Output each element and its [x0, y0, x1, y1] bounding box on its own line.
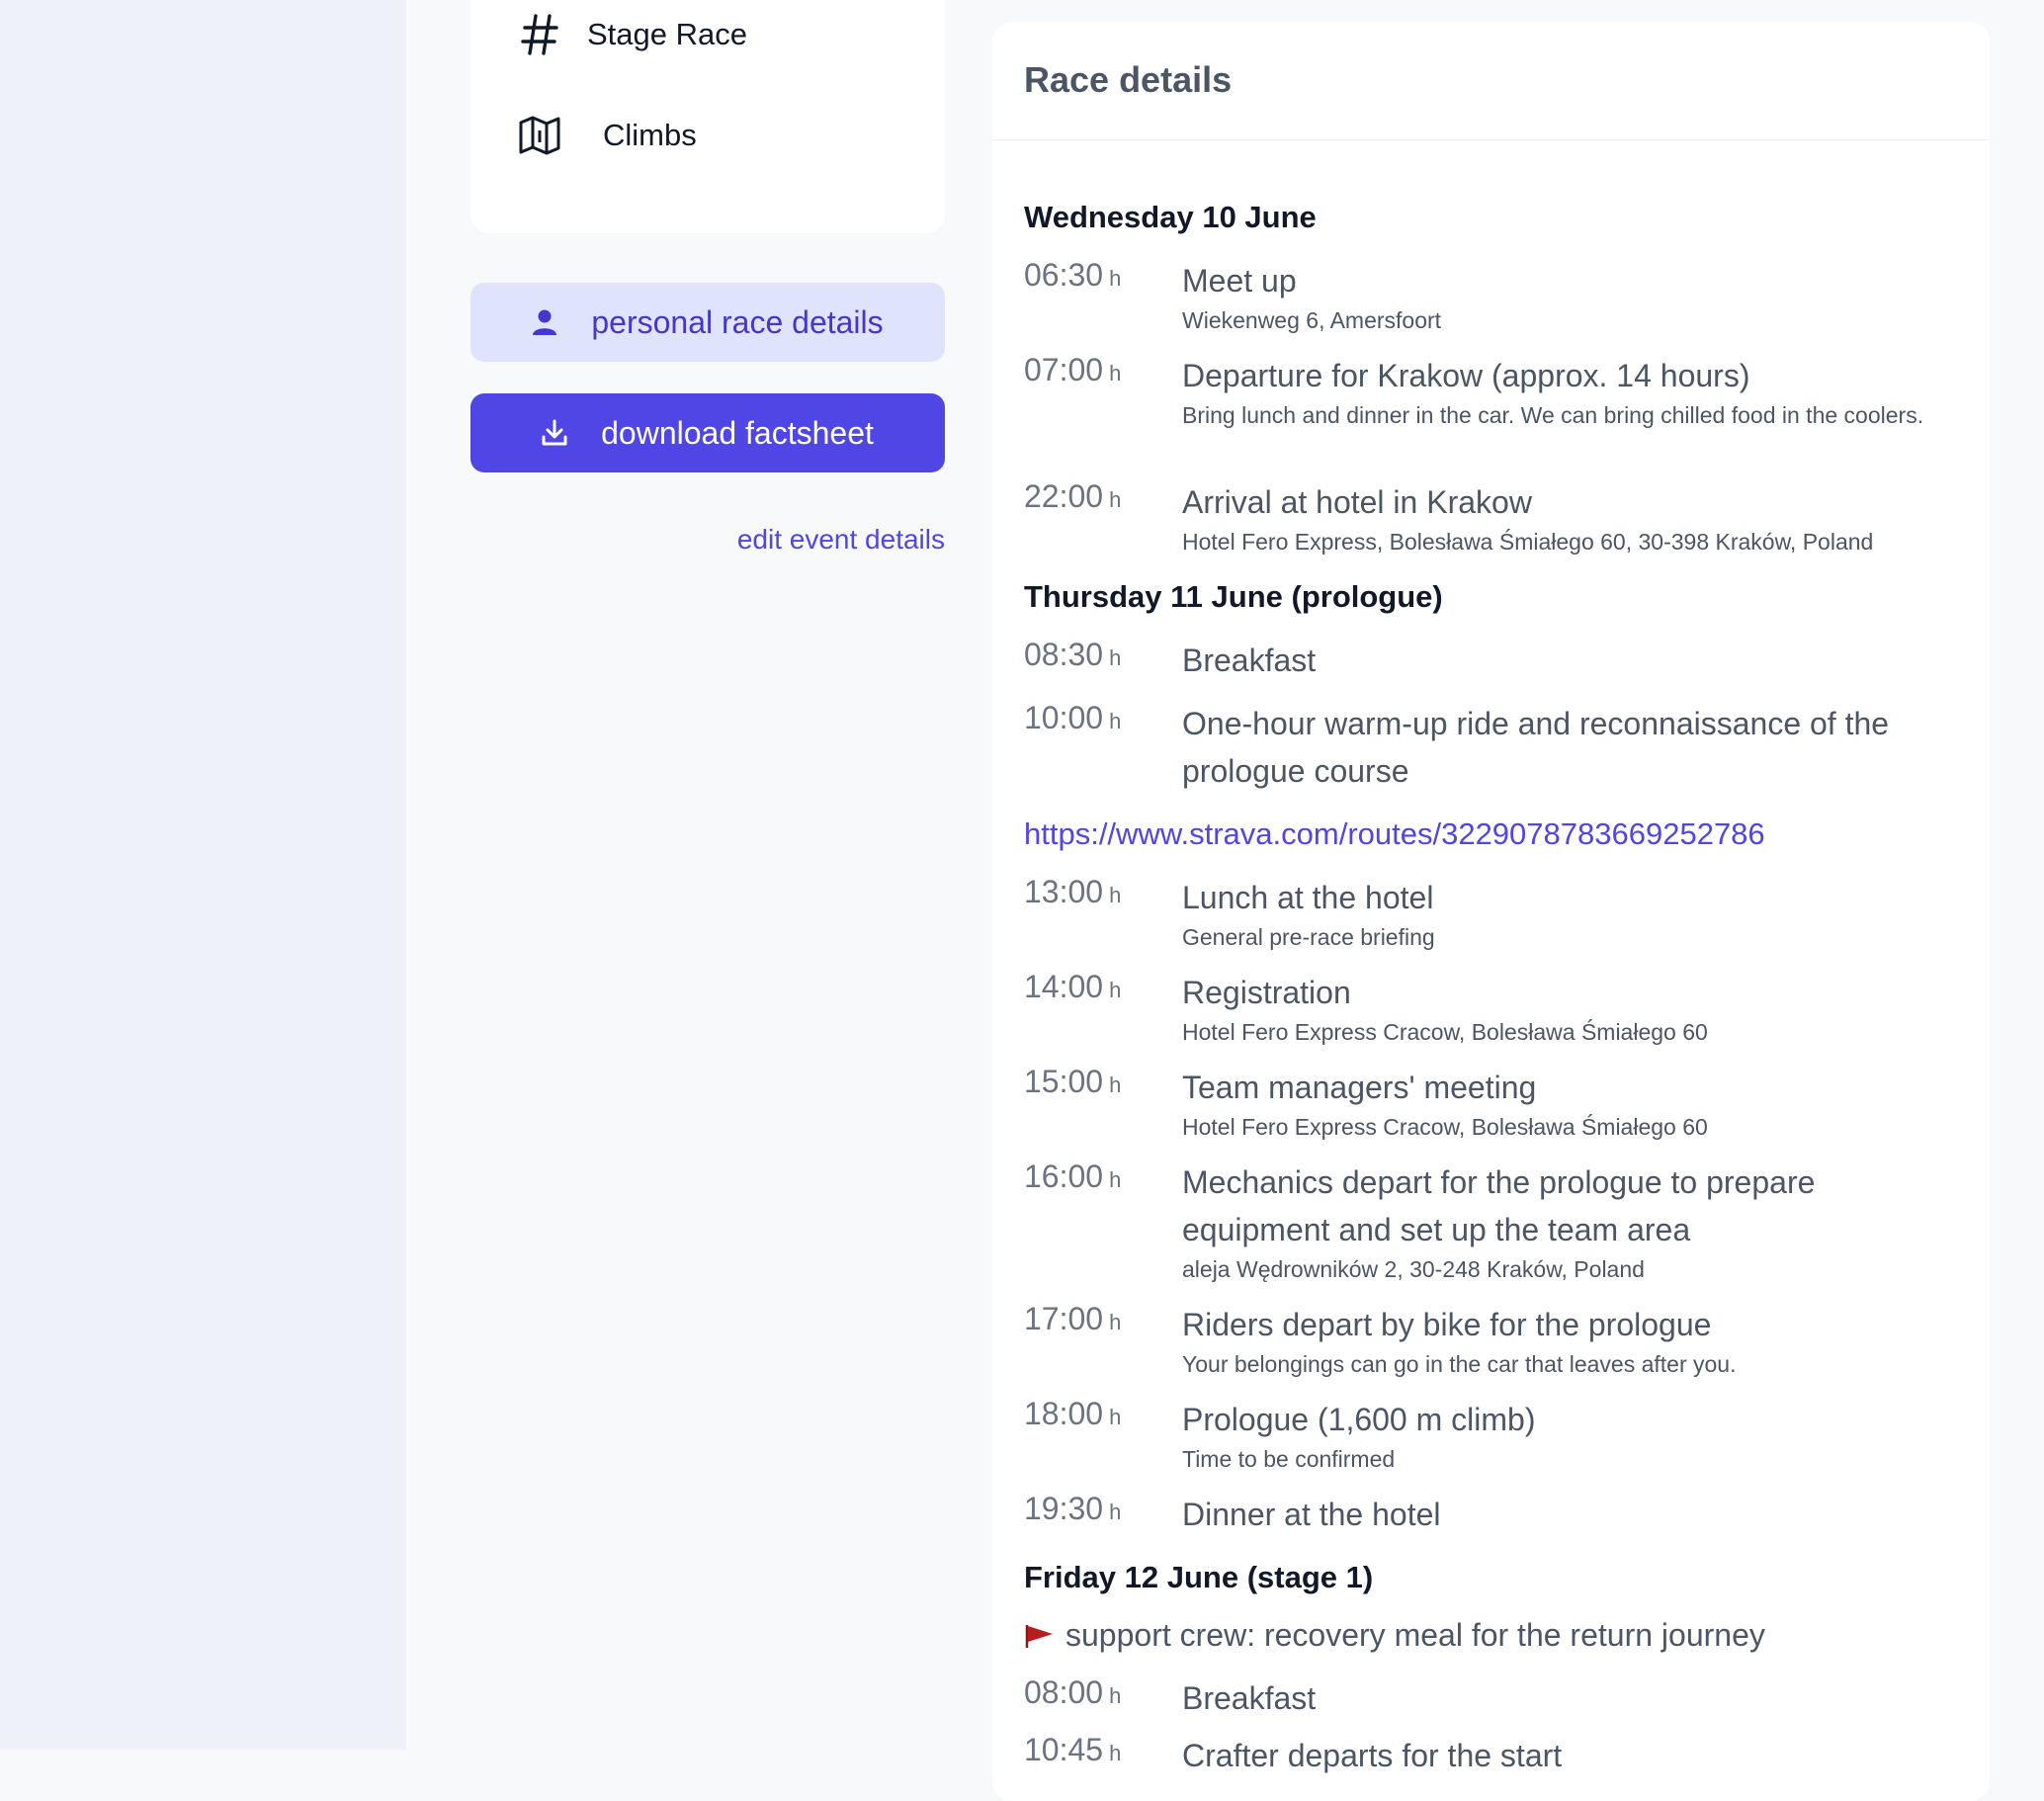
support-crew-note-text: support crew: recovery meal for the retu… [1065, 1617, 1765, 1653]
panel-title: Race details [992, 22, 1990, 140]
entry-detail: aleja Wędrowników 2, 30-248 Kraków, Pola… [1182, 1256, 1645, 1282]
entry-title: One-hour warm-up ride and reconnaissance… [1182, 706, 1890, 789]
entry-time: 14:00 h [1024, 969, 1122, 1004]
entry-time: 15:00 h [1024, 1064, 1122, 1099]
entry-detail: Hotel Fero Express, Bolesława Śmiałego 6… [1182, 529, 1874, 555]
entry-title: Dinner at the hotel [1182, 1497, 1441, 1532]
entry-time: 19:30 h [1024, 1491, 1122, 1526]
edit-event-details-link[interactable]: edit event details [470, 524, 945, 556]
entry-time: 17:00 h [1024, 1301, 1122, 1336]
entry-detail: Bring lunch and dinner in the car. We ca… [1182, 402, 1924, 428]
user-icon [532, 308, 557, 336]
flag-icon [1024, 1623, 1054, 1649]
entry-time: 08:30 h [1024, 637, 1122, 672]
download-icon [542, 419, 567, 447]
download-factsheet-label: download factsheet [601, 414, 874, 451]
entry-title: Arrival at hotel in Krakow [1182, 484, 1532, 520]
entry-time: 18:00 h [1024, 1396, 1122, 1431]
entry-title: Lunch at the hotel [1182, 880, 1434, 915]
entry-title: Team managers' meeting [1182, 1070, 1537, 1105]
category-card: Stage Race Climbs [470, 0, 945, 233]
entry-time: 08:00 h [1024, 1674, 1122, 1710]
category-climbs[interactable]: Climbs [470, 115, 697, 156]
entry-title: Meet up [1182, 263, 1297, 299]
entry-time: 06:30 h [1024, 257, 1122, 293]
entry-title: Mechanics depart for the prologue to pre… [1182, 1164, 1816, 1247]
entry-time: 13:00 h [1024, 874, 1122, 909]
entry-title: Registration [1182, 975, 1351, 1010]
entry-detail: General pre-race briefing [1182, 924, 1435, 950]
entry-title: Riders depart by bike for the prologue [1182, 1307, 1712, 1342]
entry-title: Departure for Krakow (approx. 14 hours) [1182, 358, 1750, 393]
day-heading: Friday 12 June (stage 1) [1024, 1560, 1374, 1594]
entry-title: Crafter departs for the start [1182, 1738, 1563, 1773]
left-navigation-strip [0, 0, 406, 1750]
day-heading: Wednesday 10 June [1024, 200, 1317, 234]
entry-time: 16:00 h [1024, 1158, 1122, 1194]
entry-time: 22:00 h [1024, 478, 1122, 514]
map-icon [510, 115, 569, 156]
entry-title: Breakfast [1182, 643, 1317, 678]
entry-detail: Your belongings can go in the car that l… [1182, 1351, 1737, 1377]
strava-route-link[interactable]: https://www.strava.com/routes/3229078783… [1024, 816, 1765, 852]
category-label: Stage Race [587, 17, 747, 51]
entry-time: 10:45 h [1024, 1732, 1122, 1767]
support-crew-note: support crew: recovery meal for the retu… [1024, 1617, 1765, 1654]
entry-title: Breakfast [1182, 1680, 1317, 1716]
content-area: Stage Race Climbs personal race details … [406, 0, 2044, 1801]
entry-detail: Time to be confirmed [1182, 1446, 1396, 1472]
entry-title: Prologue (1,600 m climb) [1182, 1402, 1536, 1437]
download-factsheet-button[interactable]: download factsheet [470, 393, 945, 472]
hashtag-icon [510, 12, 569, 57]
entry-time: 07:00 h [1024, 352, 1122, 387]
entry-detail: Hotel Fero Express Cracow, Bolesława Śmi… [1182, 1019, 1708, 1045]
race-details-panel: Race details Wednesday 10 June 06:30 h Me… [992, 22, 1990, 1801]
category-stage-race[interactable]: Stage Race [470, 12, 747, 57]
entry-time: 10:00 h [1024, 700, 1122, 735]
entry-detail: Wiekenweg 6, Amersfoort [1182, 307, 1442, 333]
personal-race-details-label: personal race details [591, 303, 884, 340]
category-label: Climbs [603, 118, 697, 152]
entry-detail: Hotel Fero Express Cracow, Bolesława Śmi… [1182, 1114, 1708, 1140]
day-heading: Thursday 11 June (prologue) [1024, 579, 1443, 614]
personal-race-details-button[interactable]: personal race details [470, 283, 945, 362]
